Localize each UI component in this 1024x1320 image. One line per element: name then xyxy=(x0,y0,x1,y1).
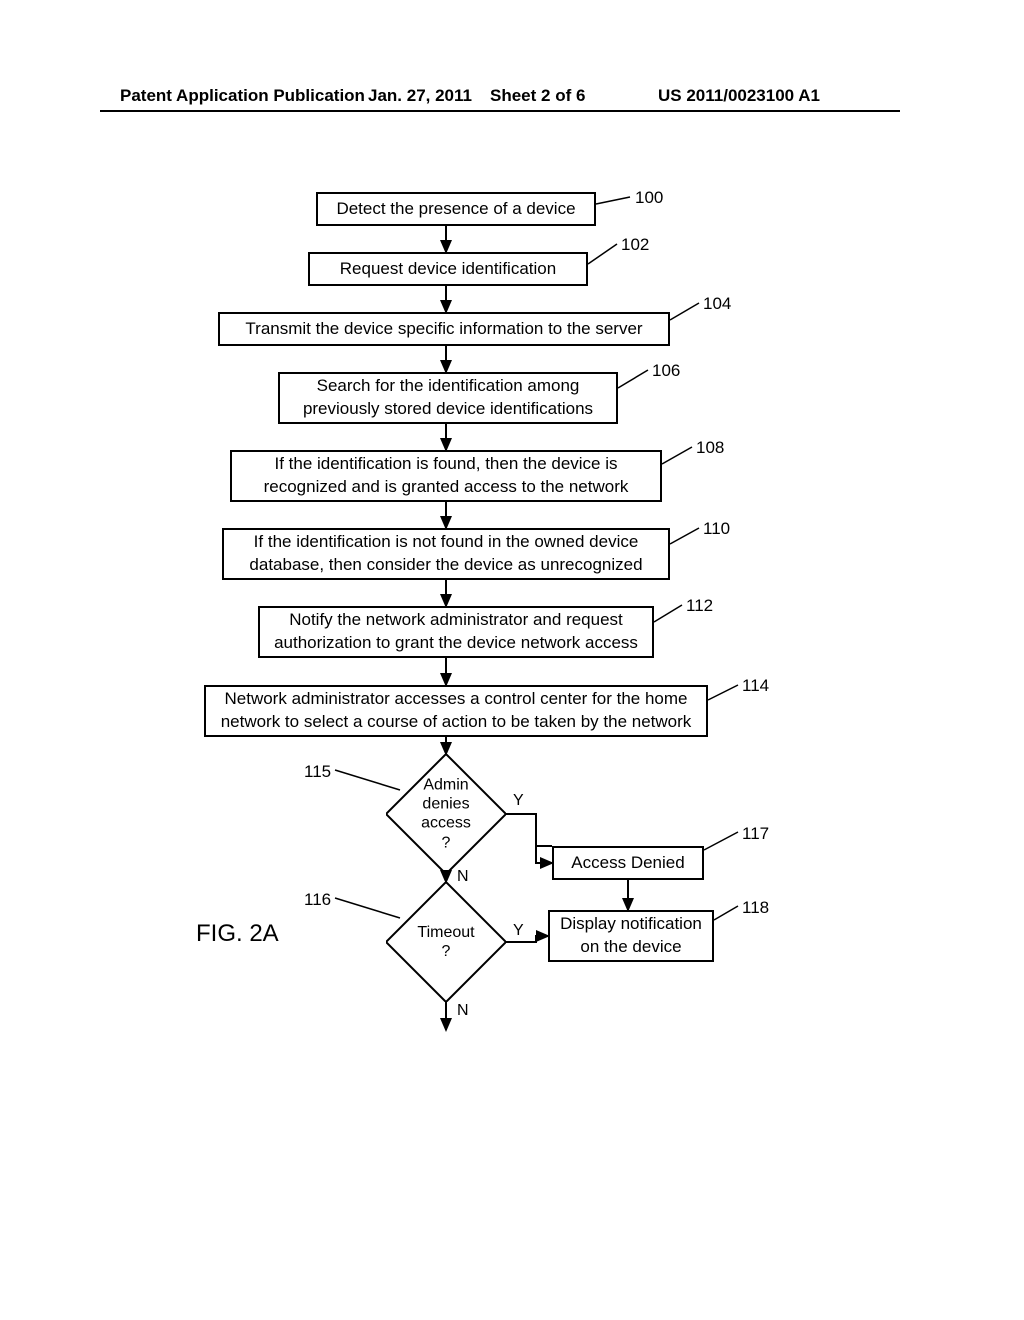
header-sheet: Sheet 2 of 6 xyxy=(490,86,585,106)
ref-117: 117 xyxy=(742,824,769,844)
ref-116: 116 xyxy=(304,890,331,910)
step-118: Display notification on the device xyxy=(548,910,714,962)
step-110: If the identification is not found in th… xyxy=(222,528,670,580)
ref-115: 115 xyxy=(304,762,331,782)
ref-110: 110 xyxy=(703,519,730,539)
step-102: Request device identification xyxy=(308,252,588,286)
header-date: Jan. 27, 2011 xyxy=(368,86,472,106)
step-108: If the identification is found, then the… xyxy=(230,450,662,502)
header-rule xyxy=(100,110,900,112)
ref-112: 112 xyxy=(686,596,713,616)
ref-108: 108 xyxy=(696,438,724,458)
ref-104: 104 xyxy=(703,294,731,314)
ref-100: 100 xyxy=(635,188,663,208)
header-pubno: US 2011/0023100 A1 xyxy=(658,86,820,106)
ref-106: 106 xyxy=(652,361,680,381)
decision-116-label: Timeout ? xyxy=(416,923,476,961)
step-114: Network administrator accesses a control… xyxy=(204,685,708,737)
branch-116-n: N xyxy=(457,1002,469,1020)
branch-115-y: Y xyxy=(513,792,524,810)
step-117: Access Denied xyxy=(552,846,704,880)
branch-115-n: N xyxy=(457,868,469,886)
decision-115: Admin denies access ? xyxy=(386,754,506,874)
ref-118: 118 xyxy=(742,898,769,918)
header-title: Patent Application Publication xyxy=(120,86,365,106)
step-112: Notify the network administrator and req… xyxy=(258,606,654,658)
step-100: Detect the presence of a device xyxy=(316,192,596,226)
decision-116: Timeout ? xyxy=(386,882,506,1002)
ref-114: 114 xyxy=(742,676,769,696)
step-106: Search for the identification among prev… xyxy=(278,372,618,424)
ref-102: 102 xyxy=(621,235,649,255)
decision-115-label: Admin denies access ? xyxy=(416,776,476,853)
figure-caption: FIG. 2A xyxy=(196,920,279,948)
step-104: Transmit the device specific information… xyxy=(218,312,670,346)
branch-116-y: Y xyxy=(513,922,524,940)
